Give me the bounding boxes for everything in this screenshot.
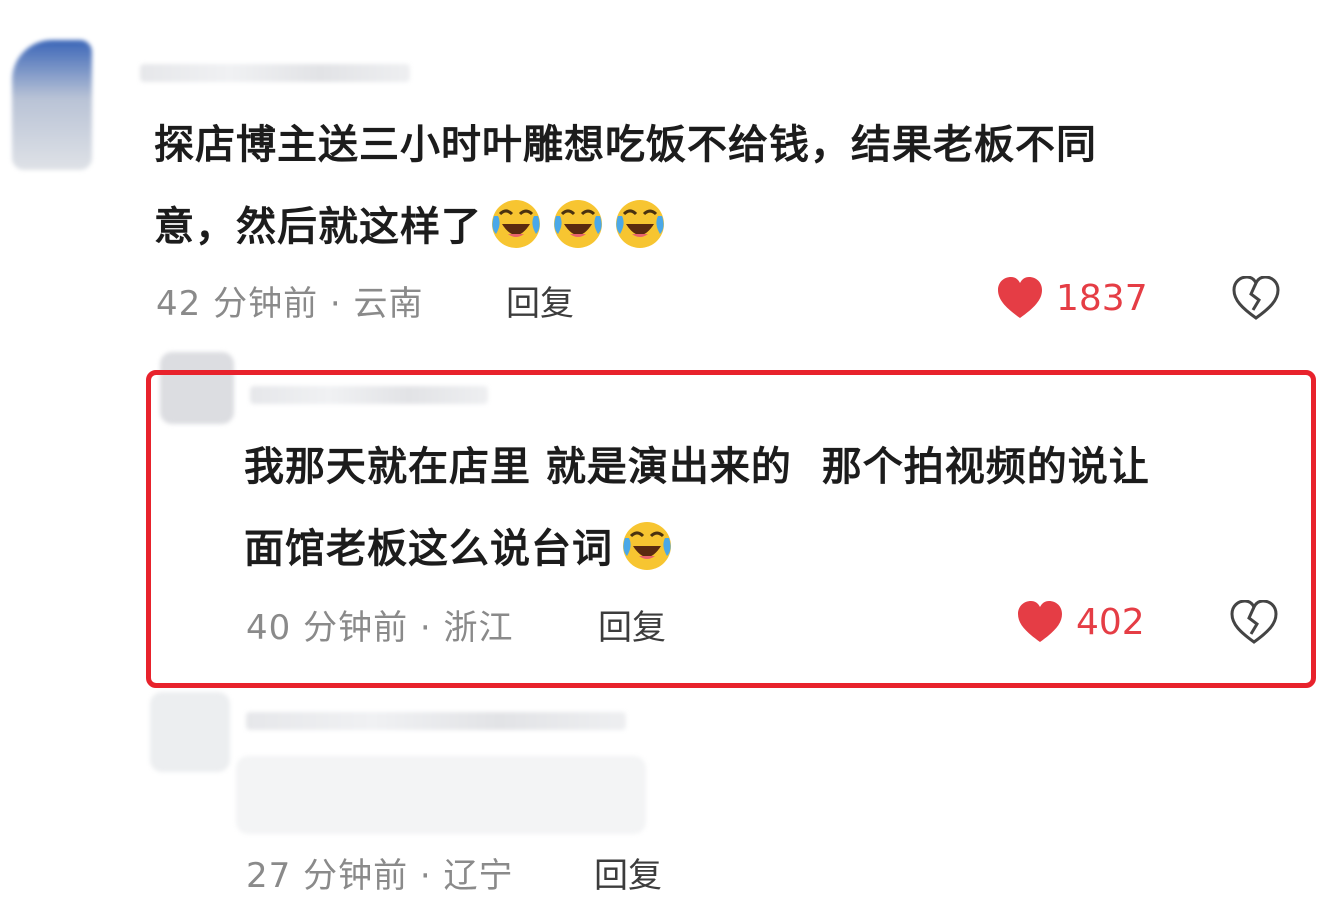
reply-button[interactable]: 回复 [594, 848, 662, 897]
comment-meta: 27 分钟前 · 辽宁 [246, 848, 514, 897]
crying-laughing-emoji [612, 194, 668, 250]
reply-button[interactable]: 回复 [506, 276, 574, 325]
comment-meta: 42 分钟前 · 云南 [156, 276, 424, 325]
username[interactable] [246, 712, 626, 730]
meta-separator: · [408, 856, 444, 896]
comment-line-text: 意，然后就这样了 [154, 204, 482, 250]
comment-time: 42 分钟前 [156, 284, 319, 324]
crying-laughing-emoji [550, 194, 606, 250]
comment-line: 意，然后就这样了 [154, 186, 1274, 268]
comment-location: 辽宁 [443, 856, 514, 896]
blurred-comment-text [236, 756, 646, 834]
heart-icon [996, 276, 1044, 320]
broken-heart-icon[interactable] [1232, 276, 1280, 320]
comment-text: 探店博主送三小时叶雕想吃饭不给钱，结果老板不同 意，然后就这样了 [154, 104, 1274, 268]
avatar[interactable] [150, 692, 230, 772]
like-count: 1837 [1056, 277, 1148, 319]
comment-time: 27 分钟前 [246, 856, 409, 896]
highlight-frame [146, 370, 1316, 688]
comment-location: 云南 [353, 284, 424, 324]
crying-laughing-emoji [488, 194, 544, 250]
username[interactable] [140, 64, 410, 82]
avatar[interactable] [12, 40, 92, 170]
like-button[interactable]: 1837 [996, 276, 1148, 320]
meta-separator: · [318, 284, 354, 324]
comment-line: 探店博主送三小时叶雕想吃饭不给钱，结果老板不同 [154, 122, 1097, 168]
